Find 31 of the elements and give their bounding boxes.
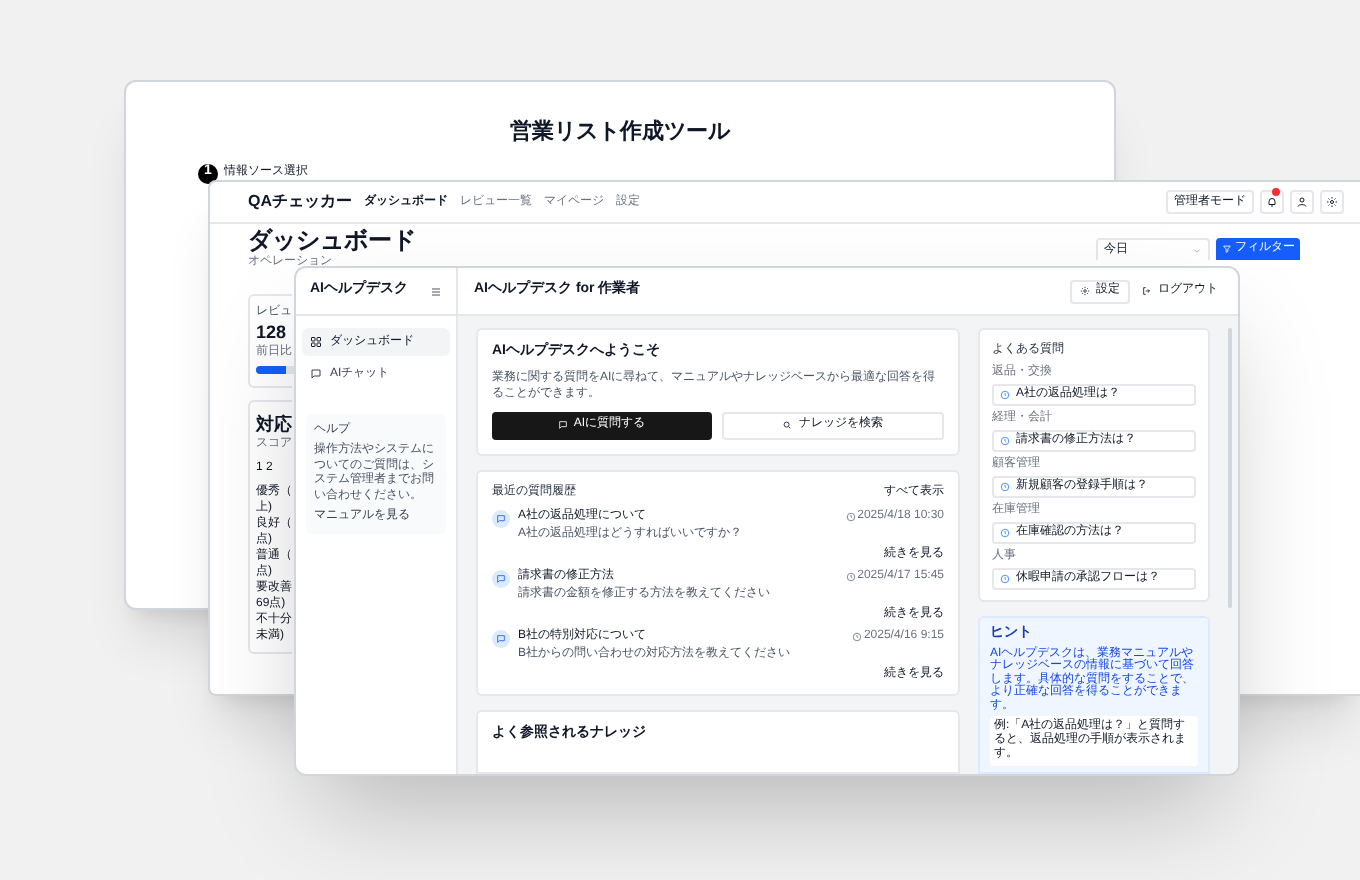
clock-icon (1000, 574, 1010, 584)
settings-icon (1080, 286, 1090, 296)
menu-icon (430, 285, 442, 297)
notification-button[interactable] (1260, 190, 1284, 214)
user-icon (1296, 196, 1308, 208)
clock-icon (1000, 436, 1010, 446)
search-icon (782, 420, 793, 430)
chat-bubble-icon (492, 509, 510, 527)
stat-value: 128 (256, 322, 289, 344)
page-title: ダッシュボード (248, 228, 416, 254)
clock-icon (851, 631, 862, 641)
chat-bubble-icon (557, 420, 568, 430)
chat-bubble-icon (492, 569, 510, 587)
logout-icon (1142, 286, 1152, 296)
grid-icon (310, 336, 322, 348)
chat-bubble-icon (492, 629, 510, 647)
filter-icon (1221, 244, 1231, 254)
card-title: 対応 (256, 412, 292, 436)
window-title: 営業リスト作成ツール (510, 117, 730, 148)
clock-icon (1000, 390, 1010, 400)
settings-icon (1326, 196, 1338, 208)
clock-icon (1000, 528, 1010, 538)
user-button[interactable] (1290, 190, 1314, 214)
clock-icon (845, 511, 856, 521)
chevron-icon (1192, 245, 1202, 255)
app-title: QAチェッカー (248, 190, 352, 214)
settings-button[interactable] (1320, 190, 1344, 214)
bell-icon (1266, 196, 1278, 208)
clock-icon (1000, 482, 1010, 492)
chat-bubble-icon (310, 368, 322, 380)
clock-icon (845, 571, 856, 581)
